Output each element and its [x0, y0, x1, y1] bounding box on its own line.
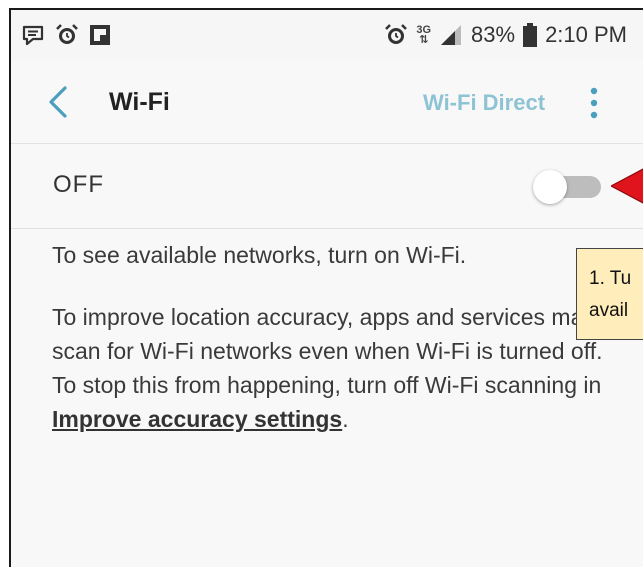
red-arrow-icon: [611, 168, 643, 204]
scan-text: To improve location accuracy, apps and s…: [52, 304, 603, 398]
signal-icon: [441, 25, 462, 45]
wifi-toggle-row[interactable]: OFF: [11, 145, 643, 229]
wifi-info: To see available networks, turn on Wi-Fi…: [52, 238, 612, 436]
flipboard-icon: [90, 25, 110, 45]
tutorial-callout: 1. Tu avail: [576, 248, 643, 340]
toggle-knob: [533, 170, 567, 204]
page-title: Wi-Fi: [109, 88, 170, 116]
app-header: Wi-Fi Wi-Fi Direct: [11, 60, 643, 144]
back-button[interactable]: [43, 84, 73, 120]
chevron-left-icon: [49, 86, 67, 118]
callout-line-2: avail: [589, 300, 629, 321]
battery-icon: [523, 23, 538, 47]
alarm-icon: [56, 24, 78, 44]
more-options-button[interactable]: [585, 86, 603, 120]
status-left-icons: [21, 23, 111, 47]
wifi-toggle-switch[interactable]: [533, 170, 601, 204]
battery-percent: 83%: [471, 22, 516, 47]
scan-end: .: [342, 406, 349, 432]
status-time: 2:10 PM: [545, 22, 627, 47]
scan-paragraph: To improve location accuracy, apps and s…: [52, 300, 612, 436]
wifi-state-label: OFF: [53, 171, 104, 198]
callout-line-1: 1. Tu: [589, 268, 632, 289]
alarm-icon: [385, 24, 408, 44]
status-right: 3G ⇅ 83% 2:10 PM: [384, 22, 627, 48]
improve-accuracy-link[interactable]: Improve accuracy settings: [52, 406, 342, 432]
status-bar: 3G ⇅ 83% 2:10 PM: [11, 10, 643, 60]
network-type: 3G ⇅: [416, 24, 432, 46]
phone-screen: 3G ⇅ 83% 2:10 PM Wi-Fi Wi-Fi Direct OFF …: [9, 8, 643, 567]
wifi-direct-button[interactable]: Wi-Fi Direct: [423, 90, 545, 116]
more-vertical-icon: [590, 87, 598, 119]
message-icon: [22, 25, 44, 46]
info-line: To see available networks, turn on Wi-Fi…: [52, 242, 467, 268]
